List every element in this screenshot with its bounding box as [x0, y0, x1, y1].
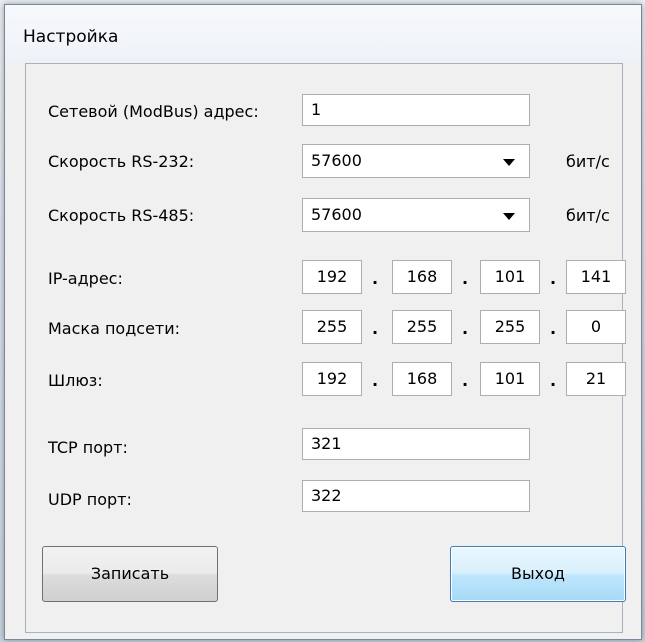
modbus-address-input[interactable]: 1: [302, 94, 530, 126]
ip-dot: .: [372, 269, 379, 288]
ip-octet-1[interactable]: 192: [302, 260, 362, 294]
tcp-port-label: TCP порт:: [48, 438, 128, 457]
gateway-octet-2[interactable]: 168: [392, 362, 452, 396]
mask-dot: .: [550, 319, 557, 338]
modbus-address-label: Сетевой (ModBus) адрес:: [48, 102, 259, 121]
mask-octet-1[interactable]: 255: [302, 310, 362, 344]
ip-octet-3[interactable]: 101: [480, 260, 540, 294]
mask-octet-2[interactable]: 255: [392, 310, 452, 344]
gateway-octet-3[interactable]: 101: [480, 362, 540, 396]
rs232-speed-select[interactable]: 57600: [302, 144, 530, 178]
ip-octet-4[interactable]: 141: [566, 260, 626, 294]
rs485-unit: бит/с: [566, 206, 610, 225]
rs485-speed-value: 57600: [311, 205, 362, 224]
settings-panel: Сетевой (ModBus) адрес: 1 Скорость RS-23…: [25, 63, 626, 633]
ip-dot: .: [462, 269, 469, 288]
gateway-dot: .: [462, 371, 469, 390]
settings-dialog: Настройка Сетевой (ModBus) адрес: 1 Скор…: [4, 4, 642, 640]
rs485-speed-label: Скорость RS-485:: [48, 206, 195, 225]
udp-port-label: UDP порт:: [48, 490, 132, 509]
gateway-octet-4[interactable]: 21: [566, 362, 626, 396]
ip-dot: .: [550, 269, 557, 288]
chevron-down-icon: [503, 213, 515, 220]
chevron-down-icon: [503, 159, 515, 166]
write-button[interactable]: Записать: [42, 546, 218, 602]
window-title: Настройка: [23, 27, 119, 47]
exit-button[interactable]: Выход: [450, 546, 626, 602]
mask-dot: .: [462, 319, 469, 338]
gateway-dot: .: [372, 371, 379, 390]
title-bar[interactable]: Настройка: [5, 5, 641, 63]
gateway-octet-1[interactable]: 192: [302, 362, 362, 396]
gateway-label: Шлюз:: [48, 371, 103, 390]
subnet-mask-label: Маска подсети:: [48, 319, 181, 338]
mask-octet-3[interactable]: 255: [480, 310, 540, 344]
rs485-speed-select[interactable]: 57600: [302, 198, 530, 232]
rs232-speed-label: Скорость RS-232:: [48, 152, 195, 171]
udp-port-input[interactable]: 322: [302, 480, 530, 512]
tcp-port-input[interactable]: 321: [302, 428, 530, 460]
ip-octet-2[interactable]: 168: [392, 260, 452, 294]
gateway-dot: .: [550, 371, 557, 390]
ip-address-label: IP-адрес:: [48, 269, 123, 288]
mask-octet-4[interactable]: 0: [566, 310, 626, 344]
mask-dot: .: [372, 319, 379, 338]
rs232-speed-value: 57600: [311, 151, 362, 170]
rs232-unit: бит/с: [566, 152, 610, 171]
